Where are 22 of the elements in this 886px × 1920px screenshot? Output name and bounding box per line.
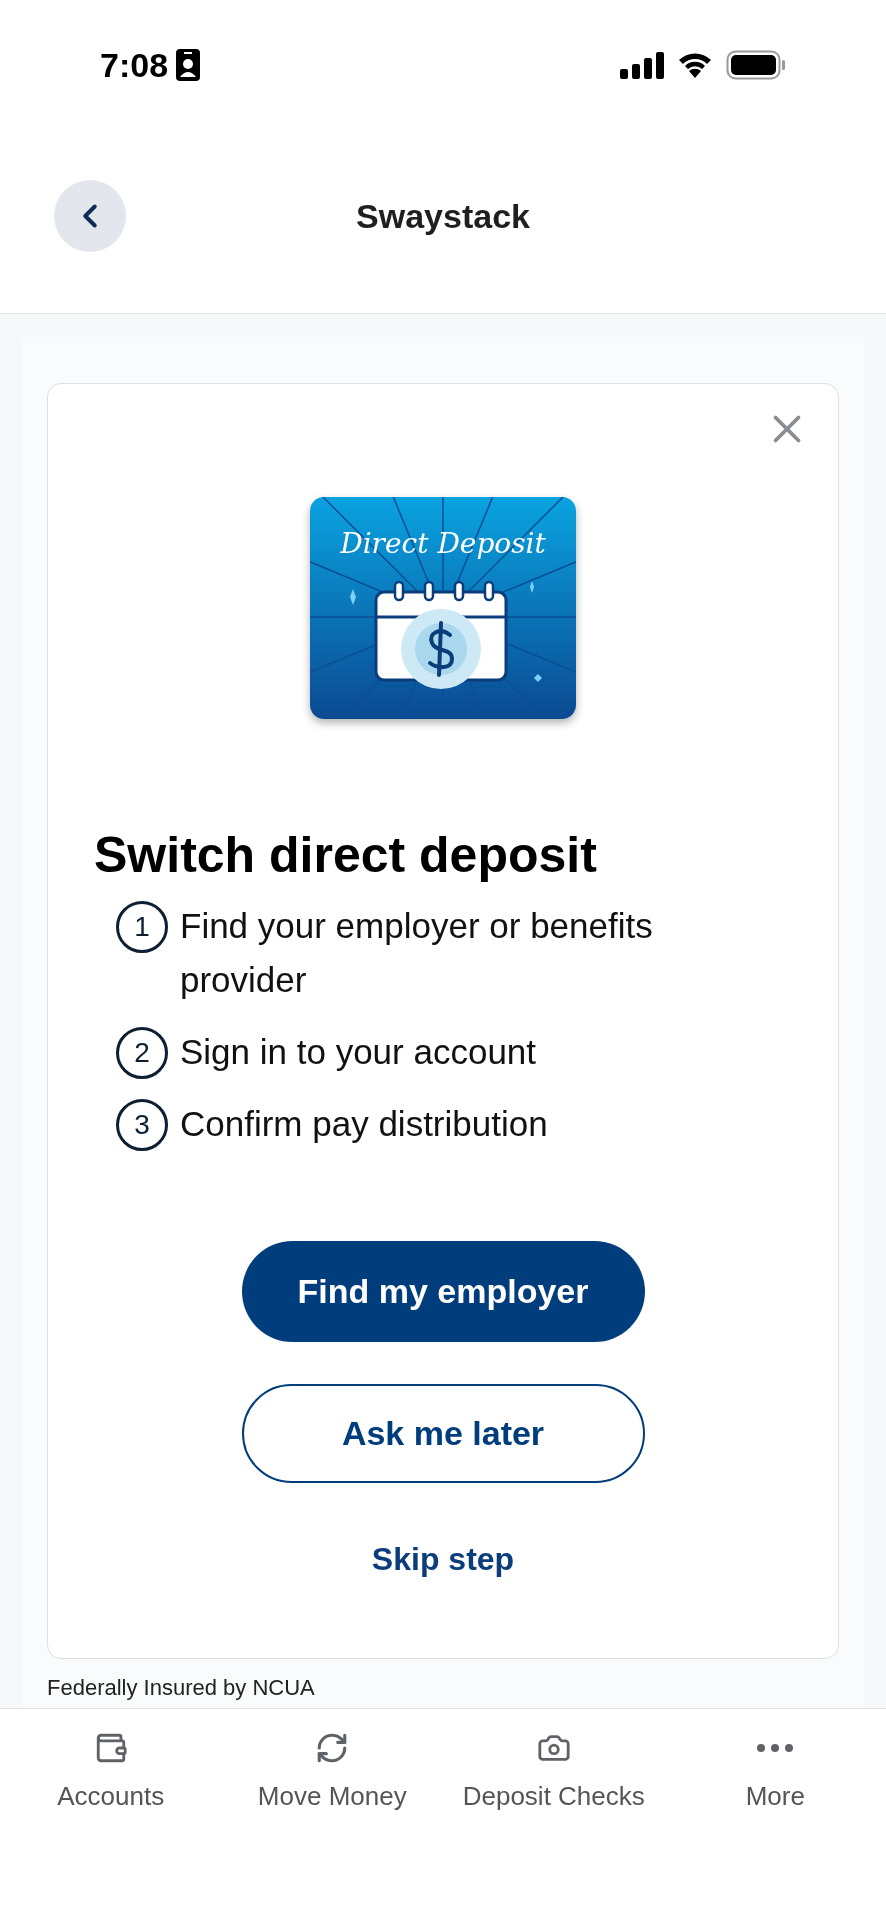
card-heading: Switch direct deposit <box>94 826 598 885</box>
step-text: Confirm pay distribution <box>180 1103 548 1145</box>
step-number: 1 <box>116 901 168 953</box>
skip-step-link[interactable]: Skip step <box>371 1535 515 1583</box>
step-text: Find your employer or benefits provider <box>180 905 654 1001</box>
contact-card-icon <box>176 49 201 81</box>
tab-bar-item[interactable]: More <box>664 1731 886 1831</box>
tab-bar-item[interactable]: Move Money <box>221 1731 443 1831</box>
battery-icon <box>726 50 786 80</box>
step-text: Sign in to your account <box>180 1031 537 1073</box>
footer-text: Federally Insured by NCUA <box>47 1674 316 1702</box>
illustration-title: Direct Deposit <box>339 526 547 562</box>
find-employer-button[interactable]: Find my employer <box>241 1241 645 1342</box>
ask-later-button[interactable]: Ask me later <box>241 1384 645 1483</box>
page-title: Swaystack <box>356 196 530 237</box>
tab-bar-item[interactable]: Deposit Checks <box>443 1731 665 1831</box>
more-icon <box>757 1744 794 1752</box>
status-time: 7:08 <box>100 44 169 86</box>
step-number: 3 <box>116 1099 168 1151</box>
tab-bar-item[interactable]: Accounts <box>0 1731 222 1831</box>
step-number: 2 <box>116 1027 168 1079</box>
signal-icon <box>620 51 664 79</box>
